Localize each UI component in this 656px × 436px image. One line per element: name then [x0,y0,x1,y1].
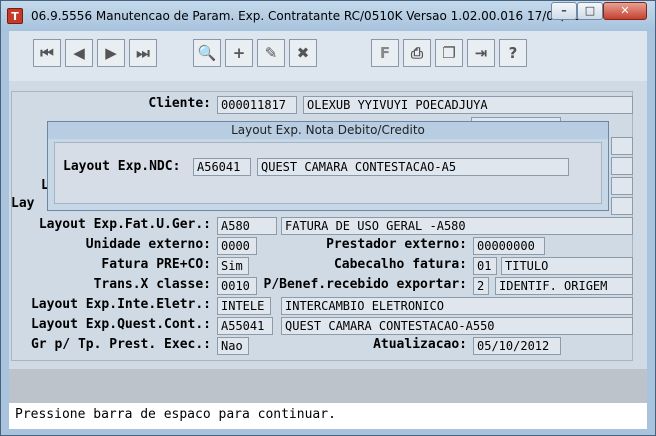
separator-band [9,369,647,403]
layout-fat-desc-field: FATURA DE USO GERAL -A580 [281,217,633,235]
help-icon[interactable]: ? [499,39,527,67]
first-record-icon[interactable]: ⏮ [33,39,61,67]
fatura-label: Fatura PRE+CO: [101,257,211,272]
hidden-field-2 [611,137,633,155]
add-icon[interactable]: + [225,39,253,67]
search-icon[interactable]: 🔍 [193,39,221,67]
inte-code-field[interactable]: INTELE [217,297,271,315]
next-record-icon[interactable]: ▶ [97,39,125,67]
cliente-label: Cliente: [148,96,211,111]
pbenef-label: P/Benef.recebido exportar: [263,277,468,292]
app-icon: T [7,8,23,24]
pbenef-desc-field: IDENTIF. ORIGEM [495,277,633,295]
exit-icon[interactable]: ⇥ [467,39,495,67]
minimize-button[interactable]: – [551,2,577,20]
grp-label: Gr p/ Tp. Prest. Exec.: [30,337,211,352]
ndc-dialog: Layout Exp. Nota Debito/Credito Layout E… [47,121,609,211]
atualizacao-label: Atualizacao: [373,337,467,352]
inte-desc-field: INTERCAMBIO ELETRONICO [281,297,633,315]
ndc-dialog-title: Layout Exp. Nota Debito/Credito [48,122,608,139]
ndc-desc-field: QUEST CAMARA CONTESTACAO-A5 [257,158,569,176]
hidden-field-3 [611,157,633,175]
filter-icon[interactable]: F [371,39,399,67]
edit-icon[interactable]: ✎ [257,39,285,67]
previous-record-icon[interactable]: ◀ [65,39,93,67]
hidden-label-2: Lay [11,196,35,211]
cabecalho-desc-field: TITULO [501,257,633,275]
hidden-field-4 [611,177,633,195]
trans-label: Trans.X classe: [93,277,211,292]
atualizacao-field: 05/10/2012 [473,337,561,355]
copy-icon[interactable]: ❐ [435,39,463,67]
ndc-label: Layout Exp.NDC: [63,159,181,174]
quest-code-field[interactable]: A55041 [217,317,273,335]
cabecalho-label: Cabecalho fatura: [333,257,467,272]
inte-label: Layout Exp.Inte.Eletr.: [30,297,211,312]
layout-fat-code-field[interactable]: A580 [217,217,277,235]
layout-fat-label: Layout Exp.Fat.U.Ger.: [38,217,211,232]
cliente-code-field[interactable]: 000011817 [217,96,297,114]
close-button[interactable]: ✕ [603,2,647,20]
prestador-field[interactable]: 00000000 [473,237,545,255]
maximize-button[interactable]: □ [577,2,603,20]
delete-icon[interactable]: ✖ [289,39,317,67]
trans-field[interactable]: 0010 [217,277,257,295]
window-title: 06.9.5556 Manutencao de Param. Exp. Cont… [31,9,605,23]
pbenef-code-field[interactable]: 2 [473,277,489,295]
cabecalho-code-field[interactable]: 01 [473,257,497,275]
print-icon[interactable]: ⎙ [403,39,431,67]
unidade-field[interactable]: 0000 [217,237,257,255]
hidden-field-5 [611,197,633,215]
grp-field[interactable]: Nao [217,337,249,355]
title-bar: T 06.9.5556 Manutencao de Param. Exp. Co… [1,1,655,31]
status-bar: Pressione barra de espaco para continuar… [9,403,647,429]
ndc-code-field[interactable]: A56041 [193,158,251,176]
quest-label: Layout Exp.Quest.Cont.: [30,317,211,332]
fatura-field[interactable]: Sim [217,257,249,275]
last-record-icon[interactable]: ⏭ [129,39,157,67]
main-window: T 06.9.5556 Manutencao de Param. Exp. Co… [0,0,656,436]
unidade-label: Unidade externo: [85,237,211,252]
cliente-name-field: OLEXUB YYIVUYI POECADJUYA [303,96,633,114]
toolbar: ⏮ ◀ ▶ ⏭ 🔍 + ✎ ✖ F ⎙ ❐ ⇥ ? [9,31,647,81]
prestador-label: Prestador externo: [326,237,467,252]
quest-desc-field: QUEST CAMARA CONTESTACAO-A550 [281,317,633,335]
ndc-dialog-body: Layout Exp.NDC: A56041 QUEST CAMARA CONT… [54,142,602,204]
